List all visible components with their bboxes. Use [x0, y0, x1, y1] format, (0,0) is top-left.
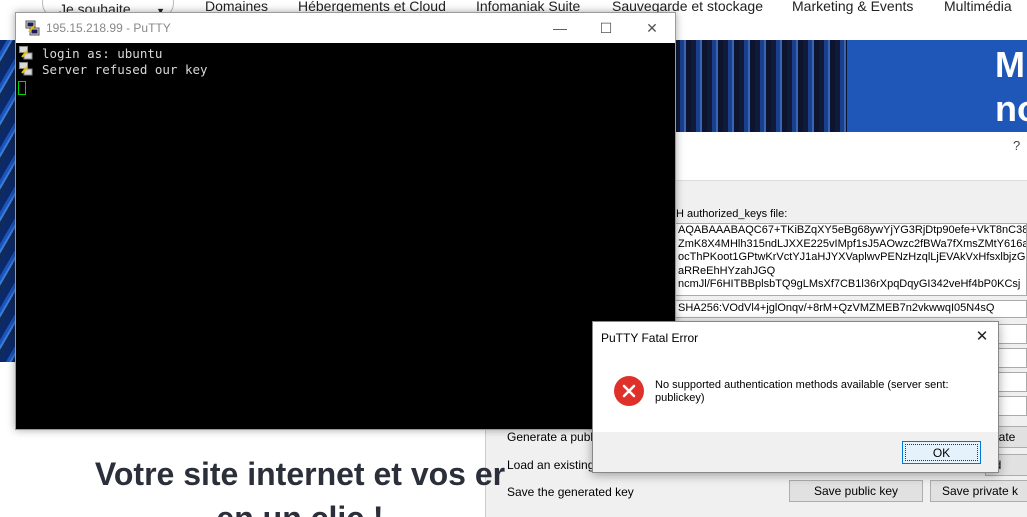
key-line: ncmJl/F6HITBBplsbTQ9gLMsXf7CB1l36rXpqDqy…: [678, 278, 1021, 290]
key-fingerprint-field[interactable]: SHA256:VOdVl4+jglOnqv/+8rM+QzVMZMEB7n2vk…: [675, 300, 1027, 318]
ok-button[interactable]: OK: [902, 441, 981, 464]
passphrase-field[interactable]: [998, 348, 1027, 368]
headline-line-2: en un clic !: [20, 496, 580, 517]
help-icon[interactable]: ?: [1013, 138, 1020, 153]
extra-field[interactable]: [998, 396, 1027, 416]
key-line: ZmK8X4MHlh315ndLJXXE225vIMpf1sJ5AOwzc2fB…: [678, 237, 1027, 250]
dialog-footer: OK: [593, 432, 998, 472]
fatal-error-dialog[interactable]: PuTTY Fatal Error ✕ No supported authent…: [592, 321, 999, 473]
putty-app-icon: [25, 20, 41, 36]
maximize-button[interactable]: ☐: [583, 13, 629, 43]
hero-banner: M no: [847, 40, 1027, 132]
confirm-passphrase-field[interactable]: [998, 372, 1027, 392]
hero-image-left: [0, 40, 16, 362]
terminal-cursor: [18, 81, 26, 95]
putty-line-icon: [19, 46, 33, 60]
nav-item-multimedia[interactable]: Multimédia: [944, 0, 1012, 14]
terminal-text: Server refused our key: [42, 62, 208, 77]
public-key-textbox[interactable]: AQABAAABAQC67+TKiBZqXY5eBg68ywYjYG3RjDtp…: [675, 223, 1027, 296]
save-private-key-button[interactable]: Save private k: [930, 480, 1027, 502]
putty-window-title: 195.15.218.99 - PuTTY: [46, 21, 171, 35]
terminal-area[interactable]: login as: ubuntu Server refused our key: [16, 43, 675, 429]
key-line: aRReEhHYzahJGQ: [678, 264, 776, 277]
nav-item-marketing[interactable]: Marketing & Events: [792, 0, 913, 14]
error-icon: [614, 376, 644, 406]
minimize-button[interactable]: —: [537, 13, 583, 43]
terminal-text: login as: ubuntu: [42, 46, 163, 61]
save-public-key-button[interactable]: Save public key: [789, 480, 923, 502]
dialog-body: No supported authentication methods avai…: [593, 352, 998, 432]
hero-text-line-1: M: [995, 44, 1025, 85]
key-line: ocThPKoot1GPtwKrVctYJ1aHJYXVaplwvPENzHzq…: [678, 251, 1027, 263]
key-line: AQABAAABAQC67+TKiBZqXY5eBg68ywYjYG3RjDtp…: [678, 224, 1027, 236]
authorized-keys-label: H authorized_keys file:: [676, 208, 788, 220]
putty-line-icon: [19, 62, 33, 76]
key-comment-field[interactable]: [998, 324, 1027, 344]
headline-line-1: Votre site internet et vos er: [94, 456, 506, 492]
generate-label: Generate a public: [507, 430, 602, 444]
dialog-title: PuTTY Fatal Error: [601, 331, 699, 345]
page-headline: Votre site internet et vos er en un clic…: [20, 452, 580, 517]
hero-text-line-2: no: [995, 88, 1027, 129]
close-button[interactable]: ✕: [629, 13, 675, 43]
error-message: No supported authentication methods avai…: [655, 379, 949, 404]
putty-titlebar[interactable]: 195.15.218.99 - PuTTY — ☐ ✕: [16, 13, 675, 43]
dialog-close-button[interactable]: ✕: [966, 322, 998, 352]
putty-window[interactable]: 195.15.218.99 - PuTTY — ☐ ✕ login as: ub…: [15, 12, 676, 430]
hero-image-servers: [675, 40, 847, 132]
